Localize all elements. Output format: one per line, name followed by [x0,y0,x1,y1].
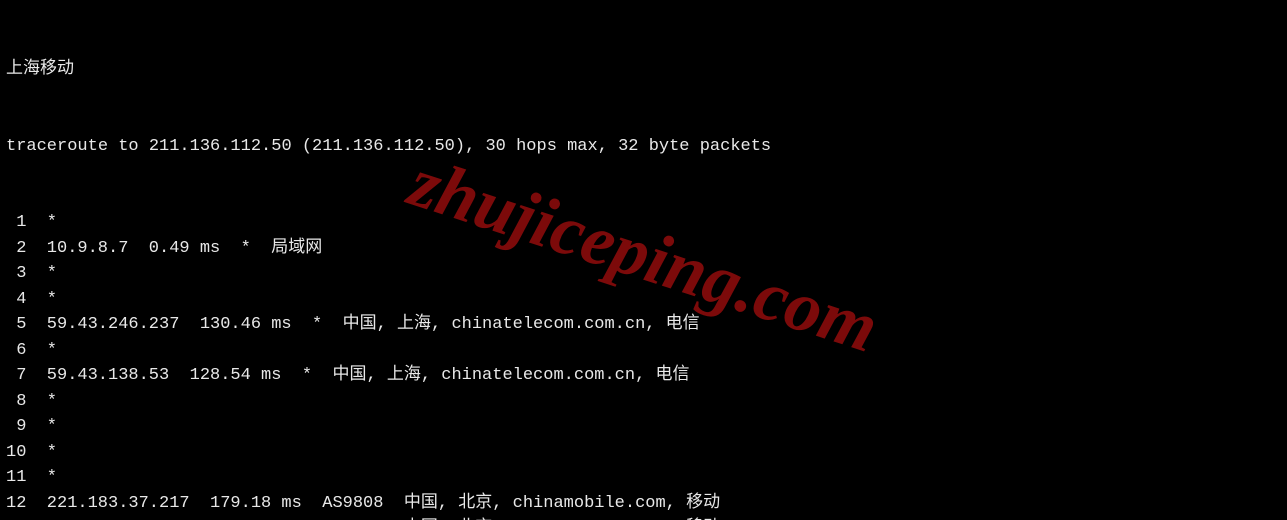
hop-row: 3 * [6,261,1281,287]
hop-index: 7 [6,363,26,389]
hop-line: * [26,443,57,462]
hop-row: 11 * [6,465,1281,491]
hop-line: * [26,264,57,283]
hop-line: 59.43.246.237 130.46 ms * 中国, 上海, chinat… [26,315,699,334]
hop-index: 6 [6,338,26,364]
hop-index: 1 [6,210,26,236]
hop-row: 8 * [6,389,1281,415]
hop-index: 5 [6,312,26,338]
hop-index: 12 [6,491,26,517]
hop-row: 1 * [6,210,1281,236]
hop-row: 4 * [6,287,1281,313]
hop-line: 59.43.138.53 128.54 ms * 中国, 上海, chinate… [26,366,689,385]
hop-index: 8 [6,389,26,415]
trace-title: 上海移动 [6,57,1281,83]
hop-index: 10 [6,440,26,466]
hop-list: 1 *2 10.9.8.7 0.49 ms * 局域网3 *4 *5 59.43… [6,210,1281,520]
hop-index: 9 [6,414,26,440]
hop-row: 7 59.43.138.53 128.54 ms * 中国, 上海, china… [6,363,1281,389]
hop-row: 2 10.9.8.7 0.49 ms * 局域网 [6,236,1281,262]
hop-line: * [26,213,57,232]
hop-row: 13 221.183.46.178 176.68 ms AS9808 中国, 北… [6,516,1281,520]
hop-line: 221.183.37.217 179.18 ms AS9808 中国, 北京, … [26,494,720,513]
hop-line: * [26,392,57,411]
hop-row: 9 * [6,414,1281,440]
hop-index: 2 [6,236,26,262]
hop-index: 11 [6,465,26,491]
hop-row: 6 * [6,338,1281,364]
trace-header: traceroute to 211.136.112.50 (211.136.11… [6,134,1281,160]
hop-index: 3 [6,261,26,287]
hop-line: * [26,290,57,309]
hop-line: * [26,468,57,487]
hop-line: * [26,417,57,436]
hop-line: 10.9.8.7 0.49 ms * 局域网 [26,239,322,258]
hop-index: 13 [6,516,26,520]
hop-row: 10 * [6,440,1281,466]
hop-row: 5 59.43.246.237 130.46 ms * 中国, 上海, chin… [6,312,1281,338]
hop-line: * [26,341,57,360]
terminal-output: 上海移动 traceroute to 211.136.112.50 (211.1… [0,0,1287,520]
hop-row: 12 221.183.37.217 179.18 ms AS9808 中国, 北… [6,491,1281,517]
hop-index: 4 [6,287,26,313]
